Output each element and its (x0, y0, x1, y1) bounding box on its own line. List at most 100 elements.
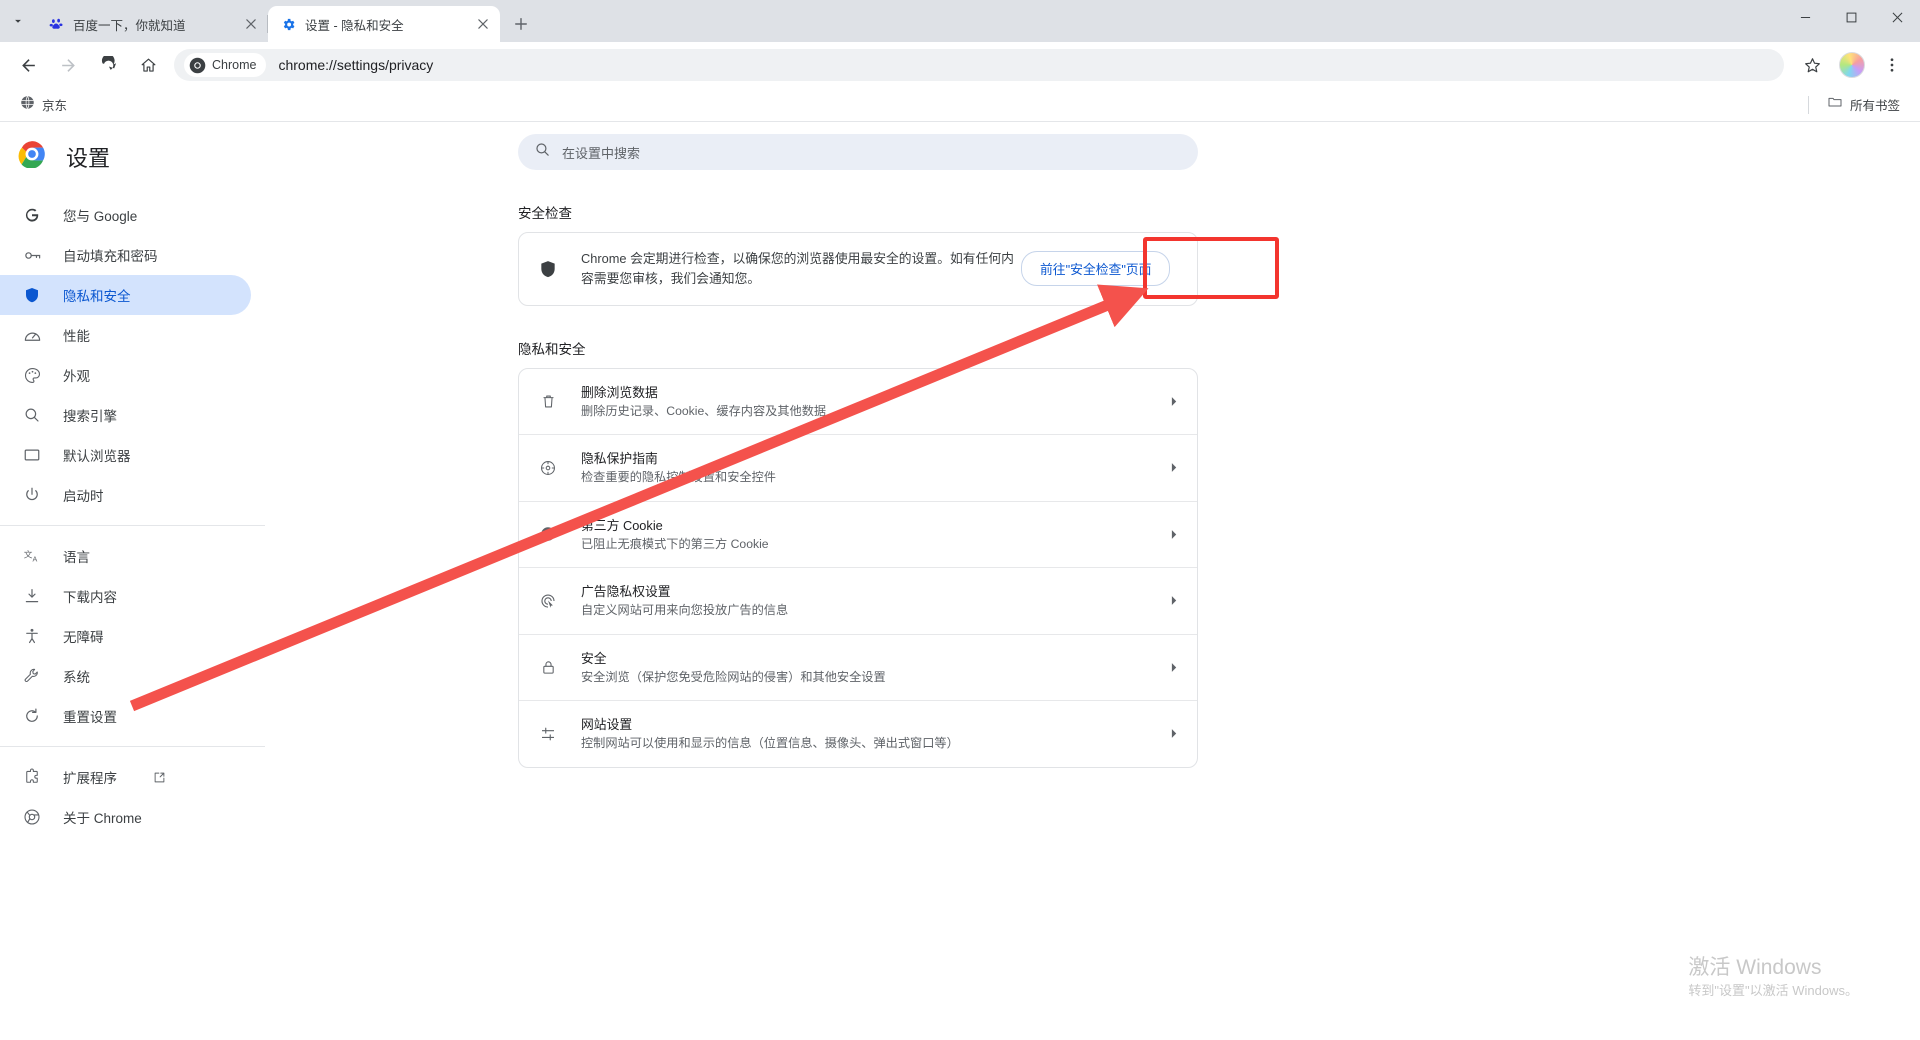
sidebar-item-autofill[interactable]: 自动填充和密码 (0, 235, 251, 275)
sidebar-item-about-chrome[interactable]: 关于 Chrome (0, 797, 251, 837)
sidebar-item-label: 您与 Google (63, 209, 138, 224)
close-icon[interactable] (242, 15, 260, 33)
lock-icon (537, 659, 559, 676)
safety-check-description: Chrome 会定期进行检查，以确保您的浏览器使用最安全的设置。如有任何内容需要… (581, 251, 1014, 286)
row-subtitle: 安全浏览（保护您免受危险网站的侵害）和其他安全设置 (581, 669, 886, 684)
sidebar-item-label: 下载内容 (63, 590, 117, 605)
sidebar-item-search-engine[interactable]: 搜索引擎 (0, 395, 251, 435)
chevron-right-icon (1163, 661, 1183, 674)
row-title: 隐私保护指南 (581, 451, 658, 467)
row-security[interactable]: 安全 安全浏览（保护您免受危险网站的侵害）和其他安全设置 (519, 635, 1197, 702)
minimize-button[interactable] (1782, 0, 1828, 34)
toolbar-right-actions (1792, 48, 1912, 82)
row-body: 安全 安全浏览（保护您免受危险网站的侵害）和其他安全设置 (581, 649, 1163, 686)
forward-icon[interactable] (51, 48, 85, 82)
go-to-safety-check-button[interactable]: 前往"安全检查"页面 (1021, 251, 1171, 287)
trash-icon (537, 393, 559, 410)
divider (1807, 95, 1809, 114)
sidebar-item-label: 默认浏览器 (63, 449, 131, 464)
chrome-logo-icon (189, 57, 206, 73)
sidebar-item-privacy-security[interactable]: 隐私和安全 (0, 275, 251, 315)
bookmarks-bar: 京东 所有书签 (0, 88, 1920, 122)
row-body: 删除浏览数据 删除历史记录、Cookie、缓存内容及其他数据 (581, 383, 1163, 420)
bookmark-item[interactable]: 京东 (12, 91, 75, 119)
sidebar-item-accessibility[interactable]: 无障碍 (0, 616, 251, 656)
row-subtitle: 删除历史记录、Cookie、缓存内容及其他数据 (581, 403, 827, 418)
cookie-icon (537, 525, 559, 543)
row-subtitle: 控制网站可以使用和显示的信息（位置信息、摄像头、弹出式窗口等） (581, 736, 959, 751)
shield-icon (537, 259, 559, 279)
shield-icon (22, 285, 42, 305)
row-title: 第三方 Cookie (581, 517, 663, 533)
sidebar-group-2: 文A 语言 下载内容 无障碍 系统 重置设置 (0, 536, 265, 736)
row-privacy-guide[interactable]: 隐私保护指南 检查重要的隐私控制设置和安全控件 (519, 435, 1197, 502)
search-row: 在设置中搜索 (265, 122, 1920, 170)
privacy-guide-icon (537, 459, 559, 477)
ad-privacy-icon (537, 592, 559, 610)
all-bookmarks-label: 所有书签 (1849, 99, 1900, 113)
row-subtitle: 已阻止无痕模式下的第三方 Cookie (581, 536, 769, 551)
row-site-settings[interactable]: 网站设置 控制网站可以使用和显示的信息（位置信息、摄像头、弹出式窗口等） (519, 701, 1197, 766)
safety-check-card: Chrome 会定期进行检查，以确保您的浏览器使用最安全的设置。如有任何内容需要… (518, 232, 1198, 306)
sidebar-item-label: 系统 (63, 670, 90, 685)
close-icon[interactable] (474, 15, 492, 33)
address-bar[interactable]: Chrome chrome://settings/privacy (174, 49, 1784, 81)
row-ad-privacy[interactable]: 广告隐私权设置 自定义网站可用来向您投放广告的信息 (519, 568, 1197, 635)
sidebar-item-on-startup[interactable]: 启动时 (0, 475, 251, 515)
tab-settings[interactable]: 设置 - 隐私和安全 (268, 6, 500, 42)
search-placeholder: 在设置中搜索 (562, 145, 641, 161)
chrome-menu-icon[interactable] (1875, 48, 1909, 82)
row-delete-browsing-data[interactable]: 删除浏览数据 删除历史记录、Cookie、缓存内容及其他数据 (519, 369, 1197, 436)
safety-check-section-title: 安全检查 (518, 206, 572, 221)
close-window-button[interactable] (1874, 0, 1920, 34)
sidebar-item-languages[interactable]: 文A 语言 (0, 536, 251, 576)
bookmark-star-icon[interactable] (1795, 48, 1829, 82)
back-icon[interactable] (11, 48, 45, 82)
all-bookmarks-button[interactable]: 所有书签 (1819, 90, 1908, 119)
watermark-title: 激活 Windows (1688, 956, 1822, 980)
reload-icon[interactable] (91, 48, 125, 82)
sidebar-item-label: 启动时 (63, 489, 104, 504)
tab-title: 百度一下，你就知道 (73, 18, 186, 33)
tab-search-button[interactable] (0, 0, 36, 42)
settings-header: 设置 (0, 122, 265, 195)
sidebar-item-label: 外观 (63, 369, 90, 384)
home-icon[interactable] (131, 48, 165, 82)
sidebar-divider (0, 746, 265, 747)
svg-text:文: 文 (23, 548, 32, 559)
chrome-chip-label: Chrome (212, 58, 257, 72)
sidebar-item-extensions[interactable]: 扩展程序 (0, 757, 251, 797)
sidebar-item-you-and-google[interactable]: 您与 Google (0, 195, 251, 235)
search-input[interactable]: 在设置中搜索 (518, 134, 1198, 170)
tab-baidu[interactable]: 百度一下，你就知道 (36, 6, 268, 42)
folder-icon (1827, 94, 1843, 115)
settings-content: 在设置中搜索 安全检查 Chrome 会定期进行检查，以确保您的浏览器使用最安全… (265, 122, 1920, 1040)
maximize-button[interactable] (1828, 0, 1874, 34)
page-title: 设置 (66, 145, 111, 171)
extension-icon (22, 767, 42, 787)
row-subtitle: 自定义网站可用来向您投放广告的信息 (581, 603, 789, 618)
sidebar-item-label: 隐私和安全 (63, 289, 131, 304)
sidebar-item-reset-settings[interactable]: 重置设置 (0, 696, 251, 736)
chrome-origin-chip: Chrome (184, 53, 267, 77)
watermark-subtitle: 转到"设置"以激活 Windows。 (1688, 983, 1858, 999)
sidebar-item-downloads[interactable]: 下载内容 (0, 576, 251, 616)
sidebar-item-label: 扩展程序 (63, 771, 117, 786)
sidebar-item-appearance[interactable]: 外观 (0, 355, 251, 395)
row-third-party-cookies[interactable]: 第三方 Cookie 已阻止无痕模式下的第三方 Cookie (519, 502, 1197, 569)
sidebar-item-default-browser[interactable]: 默认浏览器 (0, 435, 251, 475)
sliders-icon (537, 725, 559, 743)
browser-toolbar: Chrome chrome://settings/privacy (0, 42, 1920, 88)
google-g-icon (22, 205, 42, 225)
sidebar-item-performance[interactable]: 性能 (0, 315, 251, 355)
sidebar-item-system[interactable]: 系统 (0, 656, 251, 696)
settings-page: 设置 您与 Google 自动填充和密码 隐私和安全 性能 外观 搜索引擎 默认… (0, 122, 1920, 1040)
chevron-right-icon (1163, 461, 1183, 474)
bookmarks-bar-right: 所有书签 (1807, 90, 1908, 119)
profile-avatar[interactable] (1835, 48, 1869, 82)
avatar (1839, 52, 1865, 78)
new-tab-button[interactable] (506, 9, 536, 39)
browser-window-icon (22, 445, 42, 465)
sidebar-item-label: 自动填充和密码 (63, 249, 158, 264)
speedometer-icon (22, 325, 42, 345)
